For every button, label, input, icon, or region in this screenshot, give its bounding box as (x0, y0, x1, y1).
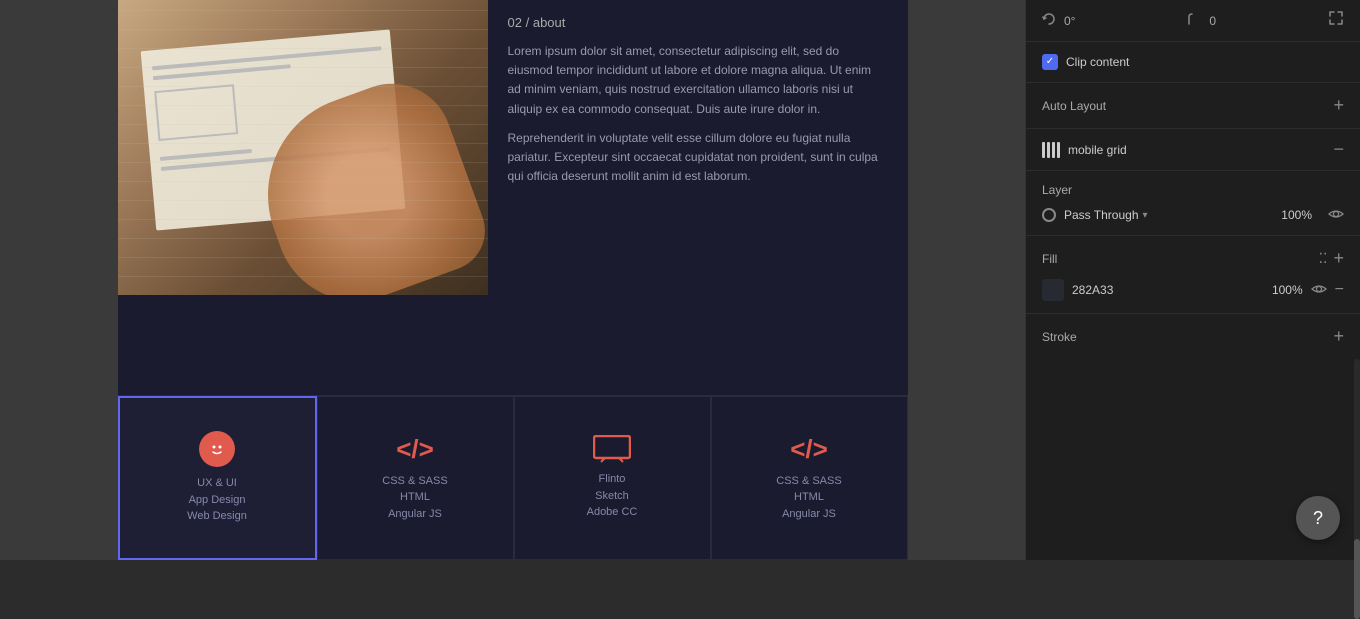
right-panel: 0° 0 ✓ Clip content Auto Layout (1025, 0, 1360, 560)
fill-add-icon[interactable]: + (1333, 248, 1344, 269)
stroke-header: Stroke + (1042, 326, 1344, 347)
face-icon (199, 431, 235, 467)
blend-mode-label: Pass Through (1064, 208, 1139, 222)
card-1-text: UX & UIApp DesignWeb Design (187, 475, 247, 525)
fill-visibility-icon[interactable] (1311, 282, 1327, 298)
breadcrumb-section: about (533, 15, 566, 30)
help-button-label: ? (1313, 508, 1323, 529)
auto-layout-label: Auto Layout (1042, 99, 1106, 113)
fill-title: Fill (1042, 252, 1057, 266)
fill-remove-icon[interactable]: − (1335, 281, 1344, 299)
grid-icon (1042, 142, 1060, 158)
code-icon-1: </> (396, 434, 434, 465)
grid-left: mobile grid (1042, 142, 1127, 158)
card-2-text: CSS & SASSHTMLAngular JS (382, 473, 447, 523)
grid-bar-2 (1047, 142, 1050, 158)
design-image (118, 0, 488, 295)
layer-row: Pass Through ▾ 100% (1042, 207, 1344, 223)
layer-section: Layer Pass Through ▾ 100% (1026, 171, 1360, 236)
help-button[interactable]: ? (1296, 496, 1340, 540)
grid-bar-3 (1052, 142, 1055, 158)
mobile-grid-row: mobile grid − (1026, 129, 1360, 171)
expand-icon[interactable] (1328, 10, 1344, 31)
fill-color-value[interactable]: 282A33 (1072, 283, 1264, 297)
grid-bar-1 (1042, 142, 1045, 158)
monitor-icon (593, 435, 631, 463)
breadcrumb-number: 02 (508, 15, 522, 30)
paragraph-2: Reprehenderit in voluptate velit esse ci… (508, 129, 888, 187)
scrollbar-track[interactable] (1354, 359, 1360, 560)
design-panel: 02 / about Lorem ipsum dolor sit amet, c… (118, 0, 908, 560)
stroke-title: Stroke (1042, 330, 1077, 344)
cards-section: UX & UIApp DesignWeb Design </> CSS & SA… (118, 395, 908, 560)
fill-color-swatch[interactable] (1042, 279, 1064, 301)
code-icon-2: </> (790, 434, 828, 465)
card-ux-ui[interactable]: UX & UIApp DesignWeb Design (118, 396, 317, 560)
stroke-section: Stroke + (1026, 314, 1360, 359)
card-4-text: CSS & SASSHTMLAngular JS (776, 473, 841, 523)
card-flinto[interactable]: FlintoSketchAdobe CC (514, 396, 711, 560)
mobile-grid-remove-icon[interactable]: − (1333, 139, 1344, 160)
corners-icon (1187, 12, 1201, 29)
auto-layout-row: Auto Layout + (1026, 83, 1360, 129)
checkbox-check: ✓ (1046, 57, 1054, 67)
fill-row: 282A33 100% − (1042, 279, 1344, 301)
fill-opacity-value[interactable]: 100% (1272, 283, 1303, 297)
rotation-value[interactable]: 0° (1064, 14, 1075, 28)
breadcrumb: 02 / about (508, 15, 888, 30)
top-controls: 0° 0 (1026, 0, 1360, 42)
clip-content-checkbox[interactable]: ✓ (1042, 54, 1058, 70)
layer-circle-icon (1042, 208, 1056, 222)
canvas-area: 02 / about Lorem ipsum dolor sit amet, c… (0, 0, 1025, 560)
grid-bar-4 (1057, 142, 1060, 158)
clip-content-row[interactable]: ✓ Clip content (1026, 42, 1360, 83)
card-css-sass-2[interactable]: </> CSS & SASSHTMLAngular JS (711, 396, 908, 560)
stroke-add-icon[interactable]: + (1333, 326, 1344, 347)
design-top: 02 / about Lorem ipsum dolor sit amet, c… (118, 0, 908, 395)
fill-header: Fill ⁚⁚ + (1042, 248, 1344, 269)
fill-section: Fill ⁚⁚ + 282A33 100% − (1026, 236, 1360, 314)
layer-visibility-icon[interactable] (1328, 207, 1344, 223)
fill-dots-icon[interactable]: ⁚⁚ (1319, 250, 1328, 267)
auto-layout-add-icon[interactable]: + (1333, 95, 1344, 116)
card-3-text: FlintoSketchAdobe CC (587, 471, 638, 521)
mobile-grid-label: mobile grid (1068, 143, 1127, 157)
breadcrumb-separator: / (526, 15, 530, 30)
fill-controls: ⁚⁚ + (1319, 248, 1344, 269)
clip-content-label: Clip content (1066, 55, 1129, 69)
rotation-group: 0° (1042, 12, 1075, 29)
blend-mode-dropdown-icon[interactable]: ▾ (1143, 210, 1148, 221)
corners-value[interactable]: 0 (1209, 14, 1216, 28)
scrollbar-thumb[interactable] (1354, 539, 1360, 619)
rotation-icon (1042, 12, 1056, 29)
corners-group: 0 (1187, 12, 1216, 29)
card-css-sass-1[interactable]: </> CSS & SASSHTMLAngular JS (317, 396, 514, 560)
design-text-content: 02 / about Lorem ipsum dolor sit amet, c… (488, 0, 908, 395)
blend-mode[interactable]: Pass Through ▾ (1064, 208, 1273, 222)
paragraph-1: Lorem ipsum dolor sit amet, consectetur … (508, 42, 888, 119)
layer-opacity-value[interactable]: 100% (1281, 208, 1312, 222)
layer-title: Layer (1042, 183, 1344, 197)
